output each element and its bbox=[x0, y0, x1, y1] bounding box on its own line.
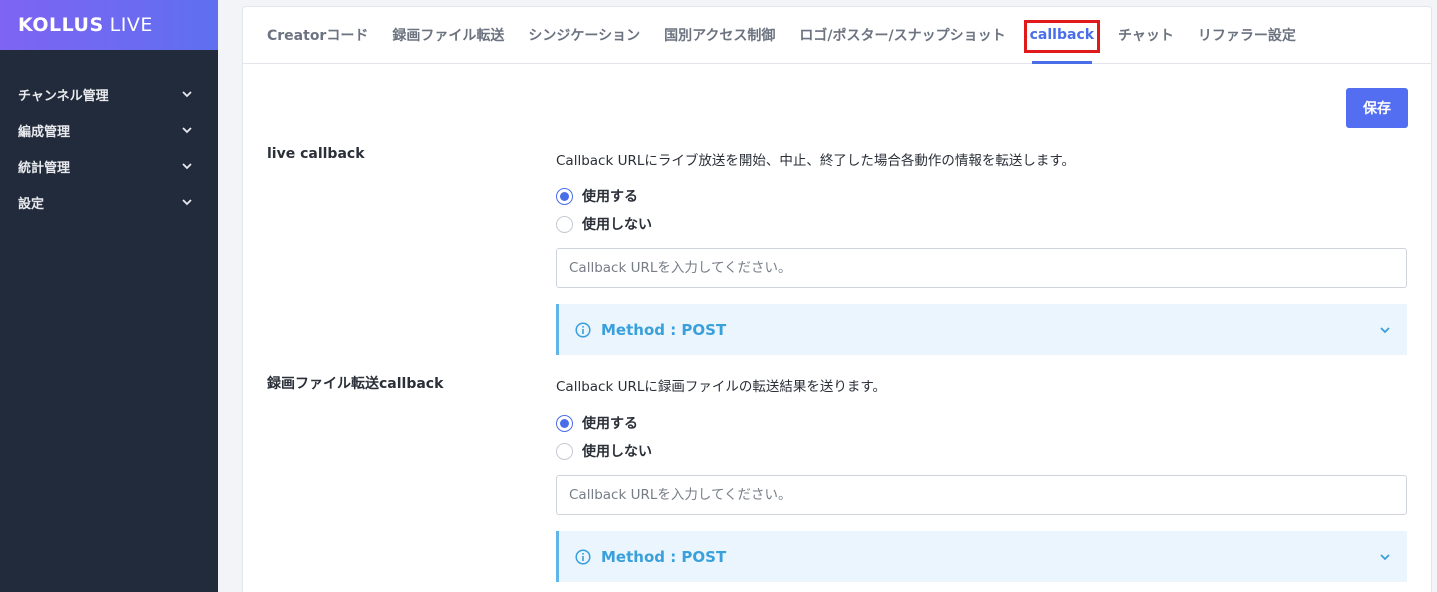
sidebar-item-statistics[interactable]: 統計管理 bbox=[0, 148, 218, 184]
sidebar-item-label: チャンネル管理 bbox=[18, 88, 109, 104]
tab-callback[interactable]: callback bbox=[1023, 6, 1101, 64]
radio-use-live[interactable]: 使用する bbox=[556, 186, 638, 206]
tab-label: Creatorコード bbox=[267, 27, 369, 44]
logo-brand: KOLLUS bbox=[18, 14, 104, 36]
sidebar-item-schedule[interactable]: 編成管理 bbox=[0, 112, 218, 148]
sidebar-item-channel[interactable]: チャンネル管理 bbox=[0, 76, 218, 112]
sidebar-item-label: 設定 bbox=[18, 196, 45, 212]
highlight-box bbox=[1023, 20, 1101, 53]
chevron-down-icon[interactable] bbox=[1379, 324, 1391, 336]
section-title-recording-callback: 録画ファイル転送callback bbox=[267, 376, 444, 392]
save-button[interactable]: 保存 bbox=[1346, 88, 1408, 128]
sidebar: KOLLUS LIVE チャンネル管理 編成管理 統計管理 設定 bbox=[0, 0, 218, 592]
chevron-down-icon bbox=[182, 163, 192, 170]
chevron-down-icon bbox=[182, 199, 192, 206]
info-icon bbox=[575, 321, 591, 338]
section-description: Callback URLにライブ放送を開始、中止、終了した場合各動作の情報を転送… bbox=[556, 153, 1076, 169]
tab-syndication[interactable]: シンジケーション bbox=[528, 6, 640, 63]
logo[interactable]: KOLLUS LIVE bbox=[0, 0, 218, 50]
logo-product: LIVE bbox=[109, 14, 153, 36]
settings-card: Creatorコード 録画ファイル転送 シンジケーション 国別アクセス制御 ロゴ… bbox=[242, 6, 1432, 592]
info-icon bbox=[575, 548, 591, 565]
tab-logo-poster-snapshot[interactable]: ロゴ/ポスター/スナップショット bbox=[799, 6, 1005, 63]
radio-not-use-live[interactable]: 使用しない bbox=[556, 214, 652, 234]
active-tab-indicator bbox=[1031, 61, 1093, 64]
tab-chat[interactable]: チャット bbox=[1118, 6, 1174, 63]
tab-label: シンジケーション bbox=[528, 27, 641, 44]
radio-use-recording[interactable]: 使用する bbox=[556, 413, 638, 433]
info-header: Method : POST bbox=[575, 321, 726, 339]
chevron-down-icon[interactable] bbox=[1379, 551, 1391, 563]
tab-bar: Creatorコード 録画ファイル転送 シンジケーション 国別アクセス制御 ロゴ… bbox=[243, 7, 1431, 64]
section-description: Callback URLに録画ファイルの転送結果を送ります。 bbox=[556, 379, 887, 395]
radio-label: 使用する bbox=[582, 189, 638, 205]
tab-creator-code[interactable]: Creatorコード bbox=[267, 6, 368, 63]
callback-url-input-live[interactable] bbox=[556, 248, 1407, 288]
chevron-down-icon bbox=[182, 127, 192, 134]
sidebar-nav: チャンネル管理 編成管理 統計管理 設定 bbox=[0, 50, 218, 220]
radio-button[interactable] bbox=[556, 442, 573, 460]
tab-country-access[interactable]: 国別アクセス制御 bbox=[664, 6, 775, 63]
radio-not-use-recording[interactable]: 使用しない bbox=[556, 441, 652, 461]
tab-label: リファラー設定 bbox=[1197, 27, 1296, 44]
chevron-down-icon bbox=[182, 91, 192, 98]
sidebar-item-label: 統計管理 bbox=[18, 160, 71, 176]
tab-label: 国別アクセス制御 bbox=[664, 27, 776, 44]
tab-label: チャット bbox=[1118, 27, 1174, 44]
radio-label: 使用しない bbox=[582, 217, 652, 233]
radio-button-checked[interactable] bbox=[556, 414, 573, 432]
info-title: Method : POST bbox=[601, 547, 727, 566]
section-title-live-callback: live callback bbox=[267, 146, 365, 162]
radio-button-checked[interactable] bbox=[556, 187, 573, 205]
radio-button[interactable] bbox=[556, 215, 573, 233]
tab-recording-transfer[interactable]: 録画ファイル転送 bbox=[392, 6, 504, 63]
tab-label: 録画ファイル転送 bbox=[392, 27, 505, 44]
method-info-panel-recording[interactable]: Method : POST bbox=[556, 531, 1407, 582]
info-title: Method : POST bbox=[601, 320, 727, 339]
sidebar-item-label: 編成管理 bbox=[18, 124, 71, 140]
radio-label: 使用する bbox=[582, 416, 638, 432]
sidebar-item-settings[interactable]: 設定 bbox=[0, 184, 218, 220]
method-info-panel-live[interactable]: Method : POST bbox=[556, 304, 1407, 355]
radio-label: 使用しない bbox=[582, 444, 652, 460]
info-header: Method : POST bbox=[575, 548, 726, 566]
callback-url-input-recording[interactable] bbox=[556, 475, 1407, 515]
tab-referrer[interactable]: リファラー設定 bbox=[1198, 6, 1296, 63]
tab-label: ロゴ/ポスター/スナップショット bbox=[799, 27, 1006, 44]
